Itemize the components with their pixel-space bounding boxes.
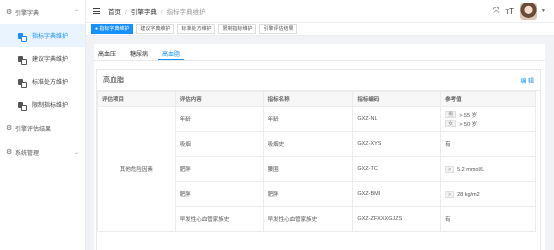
hamburger-icon[interactable] <box>93 7 100 16</box>
tag-standard-prescription[interactable]: 标准处方维护 <box>177 24 216 34</box>
disease-tabs: 高血压 糖尿病 高血脂 <box>94 44 545 61</box>
breadcrumb-section[interactable]: 引擎字典 <box>131 9 157 16</box>
content-cell: 肥胖 <box>174 181 264 207</box>
tag-indicator-dict[interactable]: ● 指标字典维护 <box>91 24 134 34</box>
column-header: 评估内容 <box>174 91 264 107</box>
tag-engine-results[interactable]: 引擎评估结果 <box>259 24 298 34</box>
breadcrumb-home[interactable]: 首页 <box>108 9 121 16</box>
ref-badge: > <box>445 165 455 173</box>
settings-icon: ⚙ <box>6 9 13 16</box>
sidebar-item-label: 标准处方维护 <box>32 80 69 86</box>
sidebar-item-label: 限制指标维护 <box>32 103 69 109</box>
document-icon <box>18 55 27 65</box>
code-cell: GXZ-XYS <box>352 131 442 157</box>
ref-value: > 55 岁 <box>459 112 478 119</box>
ref-cell: 有 <box>440 206 536 232</box>
breadcrumb-current: 指标字典维护 <box>166 9 206 16</box>
name-cell: 腰围 <box>262 156 354 182</box>
ref-cell: >5.2 mmol/L <box>440 156 536 182</box>
code-cell: GXZ-BMI <box>352 181 442 207</box>
column-header: 评估项目 <box>97 91 176 107</box>
ref-badge: > <box>445 190 455 198</box>
edit-button[interactable]: 编 辑 <box>520 76 534 85</box>
panel-header: 高血脂 编 辑 <box>97 70 540 91</box>
indicator-panel: 高血脂 编 辑 评估项目 评估内容 指标名称 指标编码 参考值 其他危险因素 年… <box>96 69 541 250</box>
ref-value: 5.2 mmol/L <box>457 166 485 173</box>
top-navbar: 首页 / 引擎字典 / 指标字典维护 ⤧ тT ▼ <box>86 0 554 22</box>
group-cell: 其他危险因素 <box>97 106 176 232</box>
name-cell: 肥胖 <box>262 181 354 207</box>
ref-badge: 男 <box>445 111 457 118</box>
ref-value: 28 kg/m2 <box>457 191 480 198</box>
document-icon <box>18 101 27 111</box>
sidebar-group-label: 引擎字典 <box>15 10 40 17</box>
document-icon <box>18 32 27 42</box>
chevron-up-icon: ⌃ <box>73 9 79 16</box>
column-header: 指标编码 <box>352 91 442 107</box>
tag-suggestion-dict[interactable]: 建议字典维护 <box>136 24 175 34</box>
chevron-down-icon: ⌄ <box>73 149 79 156</box>
font-size-icon[interactable]: тT <box>505 7 514 16</box>
main-content: 高血压 糖尿病 高血脂 高血脂 编 辑 评估项目 评估内容 指标名称 指标编码 <box>94 44 545 250</box>
sidebar-group-label: 引擎评估结果 <box>15 126 52 133</box>
table-header-row: 评估项目 评估内容 指标名称 指标编码 参考值 <box>97 91 536 107</box>
avatar[interactable] <box>520 2 538 20</box>
column-header: 参考值 <box>440 91 536 107</box>
sidebar-group-system[interactable]: ⚙ 系统管理 ⌄ <box>0 140 85 164</box>
panel-title: 高血脂 <box>103 77 124 84</box>
tab-diabetes[interactable]: 糖尿病 <box>126 44 152 60</box>
indicator-table: 评估项目 评估内容 指标名称 指标编码 参考值 其他危险因素 年龄 年龄 GXZ… <box>97 91 536 232</box>
ref-cell: 男 > 55 岁 女 > 50 岁 <box>440 106 536 132</box>
app-root: ⚙ 引擎字典 ⌃ 指标字典维护 建议字典维护 标准处方维护 限制指标维护 ⚙ 引… <box>0 0 554 250</box>
name-cell: 吸烟史 <box>262 131 354 157</box>
tag-limit-indicator[interactable]: 限制指标维护 <box>218 24 257 34</box>
settings-icon: ⚙ <box>6 125 13 132</box>
fullscreen-icon[interactable]: ⤧ <box>493 6 499 16</box>
ref-value: 有 <box>445 217 451 223</box>
topbar-actions: ⤧ тT ▼ <box>493 2 554 20</box>
code-cell: GXZ-ZFXXXGJZS <box>352 206 442 232</box>
ref-value: 有 <box>445 142 451 148</box>
sidebar-item-label: 指标字典维护 <box>32 34 69 40</box>
ref-value: > 50 岁 <box>459 121 478 128</box>
breadcrumb: 首页 / 引擎字典 / 指标字典维护 <box>108 9 206 16</box>
settings-icon: ⚙ <box>6 149 13 156</box>
sidebar-item-indicator-dict[interactable]: 指标字典维护 <box>0 24 85 47</box>
sidebar: ⚙ 引擎字典 ⌃ 指标字典维护 建议字典维护 标准处方维护 限制指标维护 ⚙ 引… <box>0 0 86 250</box>
ref-cell: 有 <box>440 131 536 157</box>
column-header: 指标名称 <box>262 91 354 107</box>
tags-view: ● 指标字典维护 建议字典维护 标准处方维护 限制指标维护 引擎评估结果 <box>86 22 554 36</box>
ref-badge: 女 <box>445 120 457 127</box>
ref-cell: >28 kg/m2 <box>440 181 536 207</box>
document-icon <box>18 78 27 88</box>
code-cell: GXZ-NL <box>352 106 442 132</box>
content-cell: 肥胖 <box>174 156 264 182</box>
sidebar-item-limit-indicator[interactable]: 限制指标维护 <box>0 93 85 116</box>
content-cell: 早发性心血管家族史 <box>174 206 264 232</box>
name-cell: 年龄 <box>262 106 354 132</box>
sidebar-item-suggestion-dict[interactable]: 建议字典维护 <box>0 47 85 70</box>
sidebar-item-standard-prescription[interactable]: 标准处方维护 <box>0 70 85 93</box>
content-cell: 吸烟 <box>174 131 264 157</box>
sidebar-item-label: 建议字典维护 <box>32 57 69 63</box>
table-row: 其他危险因素 年龄 年龄 GXZ-NL 男 > 55 岁 女 > 50 岁 <box>97 106 536 232</box>
sidebar-group-engine-results[interactable]: ⚙ 引擎评估结果 <box>0 116 85 140</box>
tab-hypertension[interactable]: 高血压 <box>94 44 120 60</box>
sidebar-group-label: 系统管理 <box>15 150 40 157</box>
name-cell: 早发性心血管家族史 <box>262 206 354 232</box>
content-cell: 年龄 <box>174 106 264 132</box>
caret-down-icon[interactable]: ▼ <box>541 8 546 14</box>
sidebar-group-engine-dict[interactable]: ⚙ 引擎字典 ⌃ <box>0 0 85 24</box>
code-cell: GXZ-TC <box>352 156 442 182</box>
tab-hyperlipidemia[interactable]: 高血脂 <box>158 44 185 60</box>
